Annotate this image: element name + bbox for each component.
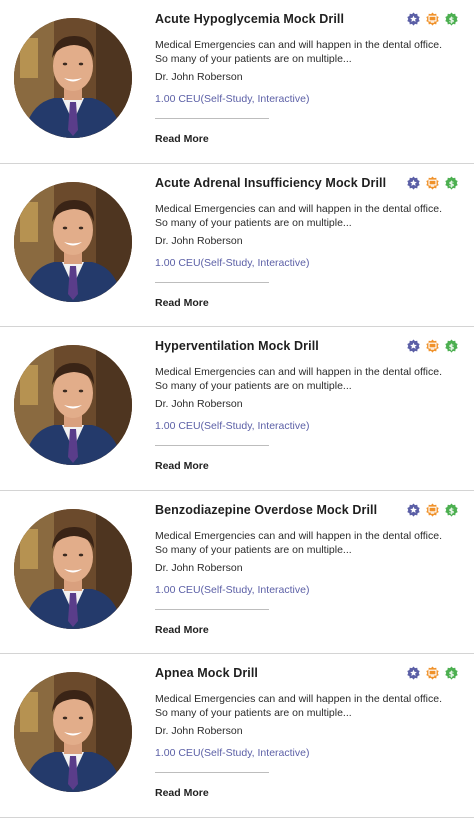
course-badges: $ xyxy=(406,12,459,27)
monitor-badge-icon xyxy=(425,503,440,518)
course-author: Dr. John Roberson xyxy=(155,71,243,83)
course-list: Acute Hypoglycemia Mock Drill $ Medical … xyxy=(0,0,474,818)
dollar-badge-icon: $ xyxy=(444,12,459,27)
course-ceu: 1.00 CEU(Self-Study, Interactive) xyxy=(155,747,310,760)
star-badge-icon xyxy=(406,12,421,27)
read-more-link[interactable]: Read More xyxy=(155,133,209,145)
course-card[interactable]: Apnea Mock Drill $ Medical Emergencies c… xyxy=(0,654,474,818)
course-author: Dr. John Roberson xyxy=(155,725,243,738)
course-badges: $ xyxy=(406,339,459,354)
course-badges: $ xyxy=(406,176,459,191)
monitor-badge-icon xyxy=(425,666,440,681)
star-badge-icon xyxy=(406,339,421,354)
course-ceu: 1.00 CEU(Self-Study, Interactive) xyxy=(155,256,310,269)
divider xyxy=(155,118,269,119)
course-card[interactable]: Acute Adrenal Insufficiency Mock Drill $… xyxy=(0,164,474,328)
course-title[interactable]: Acute Hypoglycemia Mock Drill xyxy=(155,12,344,26)
svg-text:$: $ xyxy=(449,179,455,188)
svg-text:$: $ xyxy=(449,670,455,679)
course-description: Medical Emergencies can and will happen … xyxy=(155,529,442,556)
course-ceu: 1.00 CEU(Self-Study, Interactive) xyxy=(155,420,310,433)
course-author: Dr. John Roberson xyxy=(155,234,243,247)
course-card[interactable]: Acute Hypoglycemia Mock Drill $ Medical … xyxy=(0,0,474,164)
dollar-badge-icon: $ xyxy=(444,503,459,518)
read-more-link[interactable]: Read More xyxy=(155,297,209,309)
instructor-photo xyxy=(14,508,132,629)
monitor-badge-icon xyxy=(425,176,440,191)
read-more-link[interactable]: Read More xyxy=(155,624,209,636)
course-description: Medical Emergencies can and will happen … xyxy=(155,39,442,65)
course-description: Medical Emergencies can and will happen … xyxy=(155,366,442,393)
dollar-badge-icon: $ xyxy=(444,666,459,681)
course-author: Dr. John Roberson xyxy=(155,561,243,574)
dollar-badge-icon: $ xyxy=(444,176,459,191)
star-badge-icon xyxy=(406,503,421,518)
course-ceu: 1.00 CEU(Self-Study, Interactive) xyxy=(155,583,310,596)
read-more-link[interactable]: Read More xyxy=(155,787,209,799)
course-title[interactable]: Apnea Mock Drill xyxy=(155,666,258,680)
instructor-photo xyxy=(14,345,132,466)
instructor-photo xyxy=(14,18,132,138)
instructor-photo xyxy=(14,181,132,302)
course-title[interactable]: Acute Adrenal Insufficiency Mock Drill xyxy=(155,176,386,190)
read-more-link[interactable]: Read More xyxy=(155,460,209,472)
divider xyxy=(155,772,269,774)
star-badge-icon xyxy=(406,176,421,191)
course-author: Dr. John Roberson xyxy=(155,398,243,411)
svg-text:$: $ xyxy=(449,343,455,352)
course-card[interactable]: Benzodiazepine Overdose Mock Drill $ Med… xyxy=(0,491,474,655)
course-card[interactable]: Hyperventilation Mock Drill $ Medical Em… xyxy=(0,327,474,491)
star-badge-icon xyxy=(406,666,421,681)
course-description: Medical Emergencies can and will happen … xyxy=(155,693,442,720)
course-badges: $ xyxy=(406,666,459,681)
monitor-badge-icon xyxy=(425,12,440,27)
divider xyxy=(155,445,269,447)
svg-text:$: $ xyxy=(449,15,455,24)
course-ceu: 1.00 CEU(Self-Study, Interactive) xyxy=(155,93,310,105)
instructor-photo xyxy=(14,672,132,793)
divider xyxy=(155,281,269,283)
course-badges: $ xyxy=(406,503,459,518)
dollar-badge-icon: $ xyxy=(444,339,459,354)
divider xyxy=(155,608,269,610)
course-title[interactable]: Hyperventilation Mock Drill xyxy=(155,339,319,353)
monitor-badge-icon xyxy=(425,339,440,354)
svg-text:$: $ xyxy=(449,506,455,515)
course-title[interactable]: Benzodiazepine Overdose Mock Drill xyxy=(155,503,377,517)
course-description: Medical Emergencies can and will happen … xyxy=(155,202,442,229)
